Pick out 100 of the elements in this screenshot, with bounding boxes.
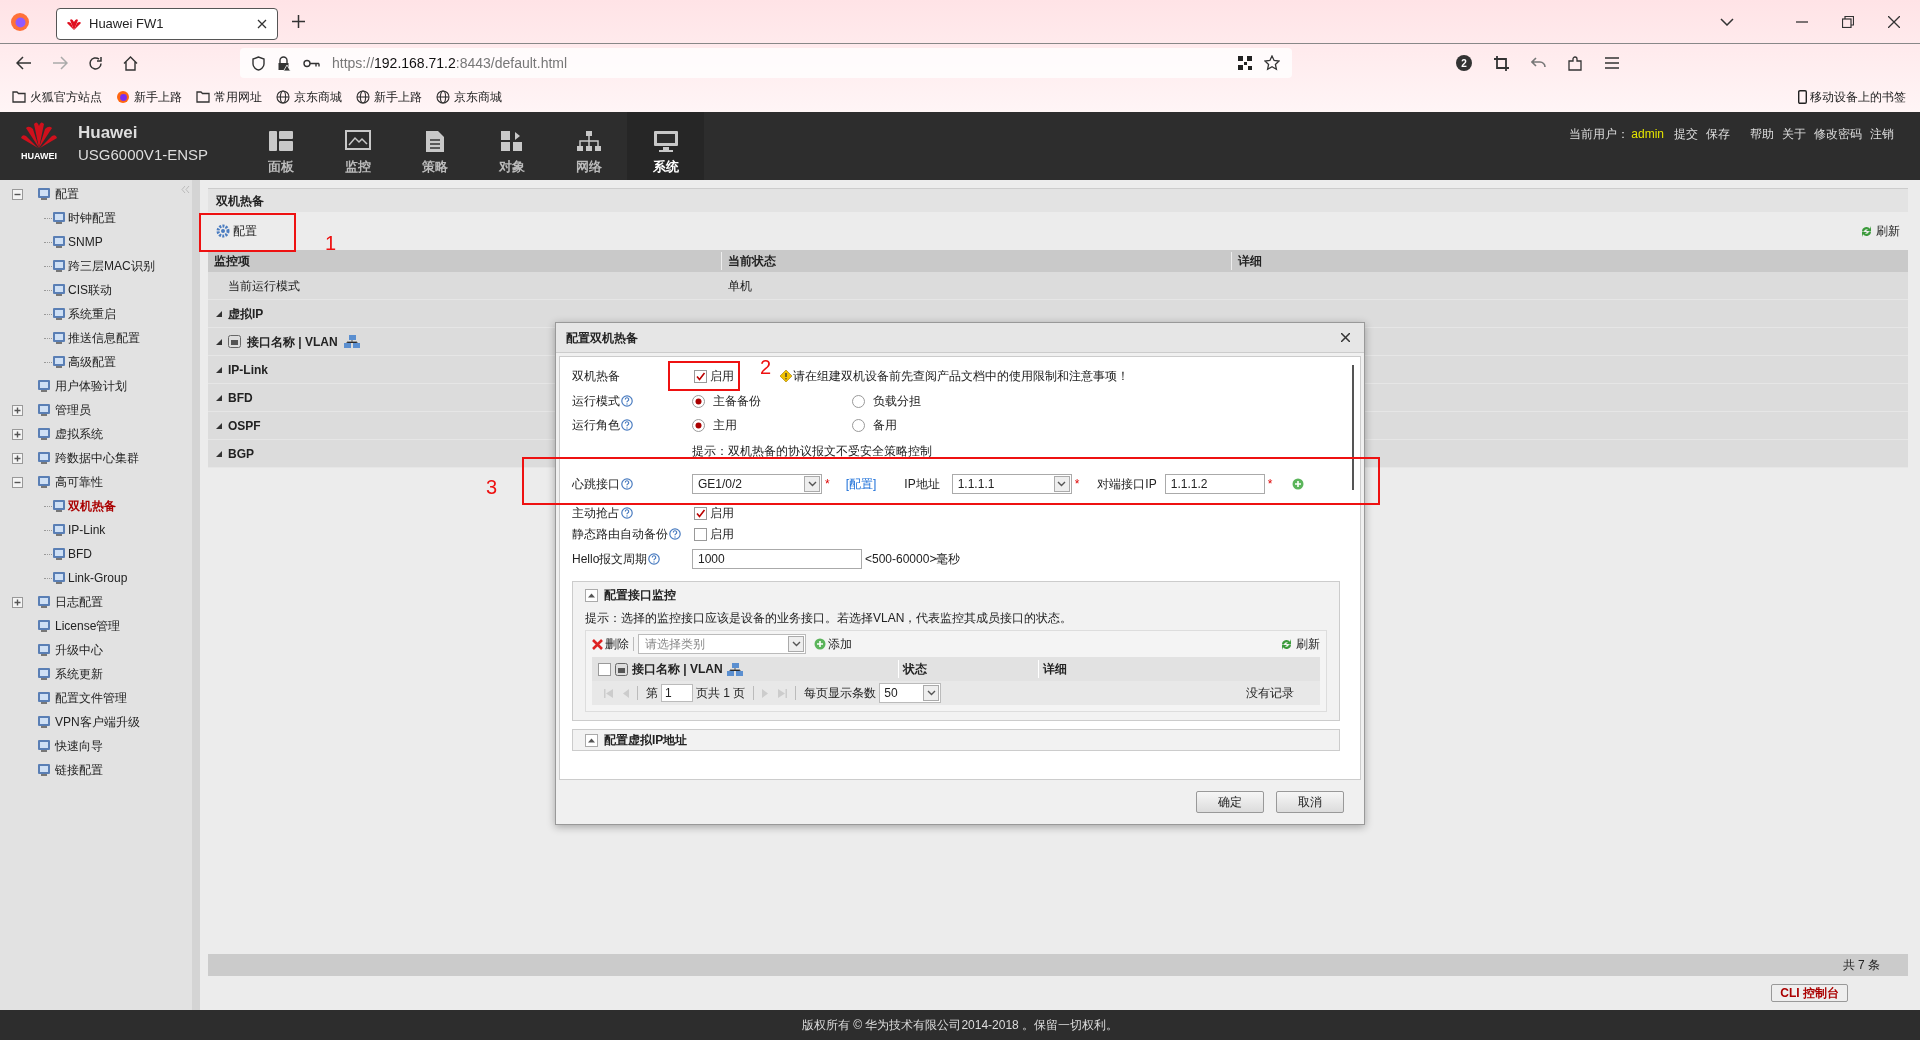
expand-icon[interactable]	[12, 404, 23, 416]
add-button[interactable]: 添加	[814, 635, 852, 653]
expand-icon[interactable]	[12, 596, 23, 608]
refresh-button[interactable]: 刷新	[1860, 222, 1900, 240]
help-icon[interactable]	[621, 478, 633, 490]
header-link[interactable]: 帮助	[1746, 125, 1778, 143]
qr-code-icon[interactable]	[1238, 56, 1252, 70]
refresh-button[interactable]: 刷新	[1280, 635, 1320, 653]
extensions-icon[interactable]	[1568, 55, 1583, 71]
new-tab-icon[interactable]	[292, 15, 305, 28]
sidebar-item[interactable]: 高级配置	[52, 353, 116, 371]
collapse-triangle-icon[interactable]	[216, 394, 222, 401]
sidebar-item[interactable]: Link-Group	[52, 569, 128, 587]
sidebar-item[interactable]: 跨三层MAC识别	[52, 257, 155, 275]
expand-icon[interactable]	[12, 452, 23, 464]
undo-icon[interactable]	[1531, 57, 1546, 69]
sidebar-item[interactable]: BFD	[52, 545, 92, 563]
config-button[interactable]: 配置	[216, 222, 257, 240]
collapse-triangle-icon[interactable]	[216, 338, 222, 345]
collapse-triangle-icon[interactable]	[216, 366, 222, 373]
sidebar-item[interactable]: SNMP	[52, 233, 103, 251]
nav-tab[interactable]: 对象	[473, 112, 551, 180]
add-icon[interactable]	[1292, 478, 1305, 490]
sidebar-item[interactable]: 链接配置	[35, 761, 105, 779]
sidebar-item[interactable]: 管理员	[35, 401, 93, 419]
header-link[interactable]: 注销	[1866, 125, 1898, 143]
mobile-bookmarks[interactable]: 移动设备上的书签	[1798, 88, 1906, 106]
address-bar[interactable]: https://192.168.71.2:8443/default.html	[240, 48, 1292, 78]
notification-badge[interactable]: 2	[1456, 55, 1472, 71]
checkbox[interactable]	[694, 506, 707, 520]
sidebar-item[interactable]: 系统更新	[35, 665, 105, 683]
cli-console-button[interactable]: CLI 控制台	[1771, 984, 1848, 1002]
sidebar-item[interactable]: IP-Link	[52, 521, 106, 539]
nav-tab[interactable]: 网络	[550, 112, 628, 180]
collapse-triangle-icon[interactable]	[216, 450, 222, 457]
header-link[interactable]: 保存	[1702, 125, 1734, 143]
sidebar-item[interactable]: 用户体验计划	[35, 377, 129, 395]
help-icon[interactable]	[648, 553, 661, 565]
nav-tab[interactable]: 系统	[627, 112, 705, 180]
radio-button[interactable]	[692, 418, 705, 432]
sidebar-item[interactable]: 推送信息配置	[52, 329, 140, 347]
cancel-button[interactable]: 取消	[1276, 791, 1344, 813]
delete-button[interactable]: 删除	[592, 635, 629, 653]
radio-button[interactable]	[692, 394, 705, 408]
peer-ip-field[interactable]: 1.1.1.2	[1164, 474, 1265, 494]
ok-button[interactable]: 确定	[1196, 791, 1264, 813]
collapse-icon[interactable]	[12, 188, 23, 200]
chevron-down-icon[interactable]	[1720, 17, 1734, 26]
sidebar-item[interactable]: 升级中心	[35, 641, 105, 659]
header-link[interactable]: 提交	[1670, 125, 1702, 143]
sidebar-item[interactable]: 高可靠性	[35, 473, 105, 491]
nav-tab[interactable]: 面板	[242, 112, 320, 180]
sidebar-item[interactable]: 配置	[35, 185, 81, 203]
close-icon[interactable]	[1341, 333, 1350, 342]
header-link[interactable]: 修改密码	[1810, 125, 1866, 143]
bookmark[interactable]: 新手上路	[356, 88, 422, 106]
sidebar-item[interactable]: 快速向导	[35, 737, 105, 755]
help-icon[interactable]	[621, 395, 633, 407]
bookmark[interactable]: 火狐官方站点	[12, 88, 102, 106]
checkbox[interactable]	[694, 369, 707, 383]
radio-button[interactable]	[852, 394, 865, 408]
close-icon[interactable]	[1888, 15, 1900, 28]
sidebar-item[interactable]: 配置文件管理	[35, 689, 129, 707]
browser-tab[interactable]: Huawei FW1	[56, 7, 278, 40]
checkbox[interactable]	[694, 527, 707, 541]
sidebar-item[interactable]: 跨数据中心集群	[35, 449, 141, 467]
page-size-dropdown[interactable]: 50	[879, 683, 942, 703]
expand-icon[interactable]	[12, 428, 23, 440]
interface-dropdown[interactable]: GE1/0/2	[692, 474, 822, 494]
bookmark[interactable]: 京东商城	[436, 88, 502, 106]
back-icon[interactable]	[16, 56, 32, 70]
checkbox[interactable]	[598, 662, 611, 676]
menu-icon[interactable]	[1605, 57, 1619, 69]
crop-icon[interactable]	[1494, 55, 1509, 71]
help-icon[interactable]	[621, 419, 633, 431]
firefox-icon[interactable]	[10, 11, 30, 32]
bookmark[interactable]: 京东商城	[276, 88, 342, 106]
sidebar-item[interactable]: 双机热备	[52, 497, 116, 515]
collapse-icon[interactable]	[585, 733, 598, 747]
nav-tab[interactable]: 策略	[396, 112, 474, 180]
collapse-triangle-icon[interactable]	[216, 310, 222, 317]
hello-interval-field[interactable]: 1000	[692, 549, 862, 569]
bookmark[interactable]: 新手上路	[116, 88, 182, 106]
reload-icon[interactable]	[88, 55, 103, 71]
sidebar-item[interactable]: CIS联动	[52, 281, 112, 299]
collapse-icon[interactable]	[585, 588, 598, 602]
sidebar-item[interactable]: VPN客户端升级	[35, 713, 142, 731]
header-link[interactable]: 关于	[1778, 125, 1810, 143]
help-icon[interactable]	[621, 507, 633, 519]
sidebar-item[interactable]: 日志配置	[35, 593, 105, 611]
config-link[interactable]: [配置]	[845, 475, 877, 493]
close-icon[interactable]	[257, 18, 267, 29]
radio-button[interactable]	[852, 418, 865, 432]
collapse-icon[interactable]	[12, 476, 23, 488]
type-dropdown[interactable]: 请选择类别	[638, 634, 806, 654]
bookmark[interactable]: 常用网址	[196, 88, 262, 106]
sidebar-item[interactable]: 系统重启	[52, 305, 116, 323]
home-icon[interactable]	[123, 55, 138, 71]
sidebar-item[interactable]: 虚拟系统	[35, 425, 105, 443]
collapse-triangle-icon[interactable]	[216, 422, 222, 429]
